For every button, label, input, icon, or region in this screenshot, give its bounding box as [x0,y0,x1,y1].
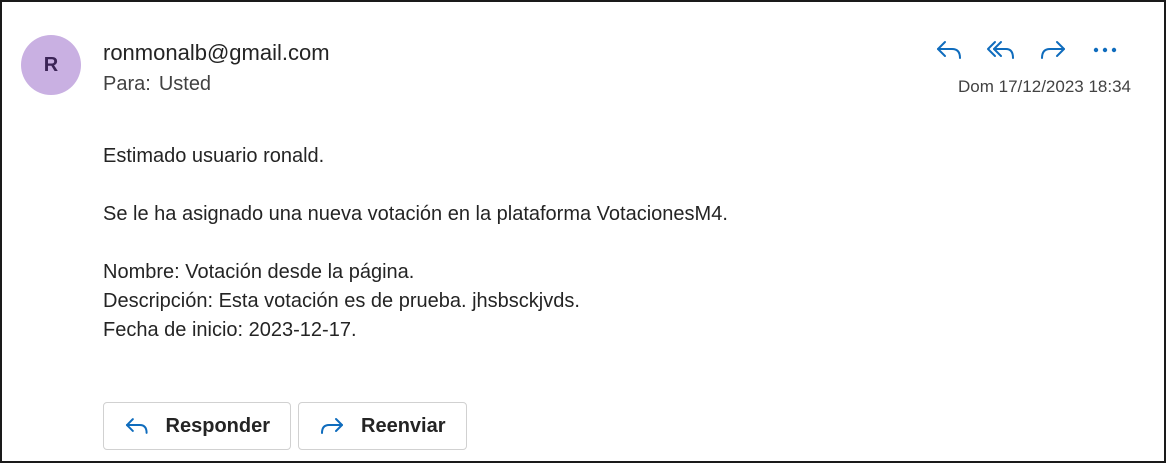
message-body: Estimado usuario ronald. Se le ha asigna… [103,142,728,345]
message-actions [932,35,1122,65]
message-date: Dom 17/12/2023 18:34 [958,77,1131,96]
reply-label: Responder [165,414,270,437]
intro-text: Se le ha asignado una nueva votación en … [103,203,728,225]
vote-name: Nombre: Votación desde la página. [103,261,415,283]
forward-icon [321,418,343,434]
forward-footer-button[interactable]: Reenviar [298,402,467,450]
reply-icon [125,418,148,434]
vote-description: Descripción: Esta votación es de prueba.… [103,290,580,312]
recipient-line: Para: Usted [103,73,211,96]
greeting: Estimado usuario ronald. [103,145,325,167]
forward-label: Reenviar [361,414,446,437]
reply-all-button[interactable] [984,35,1018,65]
more-actions-button[interactable] [1088,35,1122,65]
avatar-initial: R [43,53,59,76]
reply-button[interactable] [932,35,966,65]
to-label: Para: [103,73,151,95]
forward-icon [1041,41,1065,59]
reply-footer-button[interactable]: Responder [103,402,291,450]
message-card: R ronmonalb@gmail.com Para: Usted Dom 17… [0,0,1166,463]
sender-address[interactable]: ronmonalb@gmail.com [103,40,330,66]
forward-button[interactable] [1036,35,1070,65]
reply-icon [937,41,961,59]
to-value[interactable]: Usted [159,73,211,95]
avatar[interactable]: R [21,35,81,95]
reply-all-icon [987,41,1014,59]
vote-start-date: Fecha de inicio: 2023-12-17. [103,319,357,341]
more-icon [1093,47,1117,53]
